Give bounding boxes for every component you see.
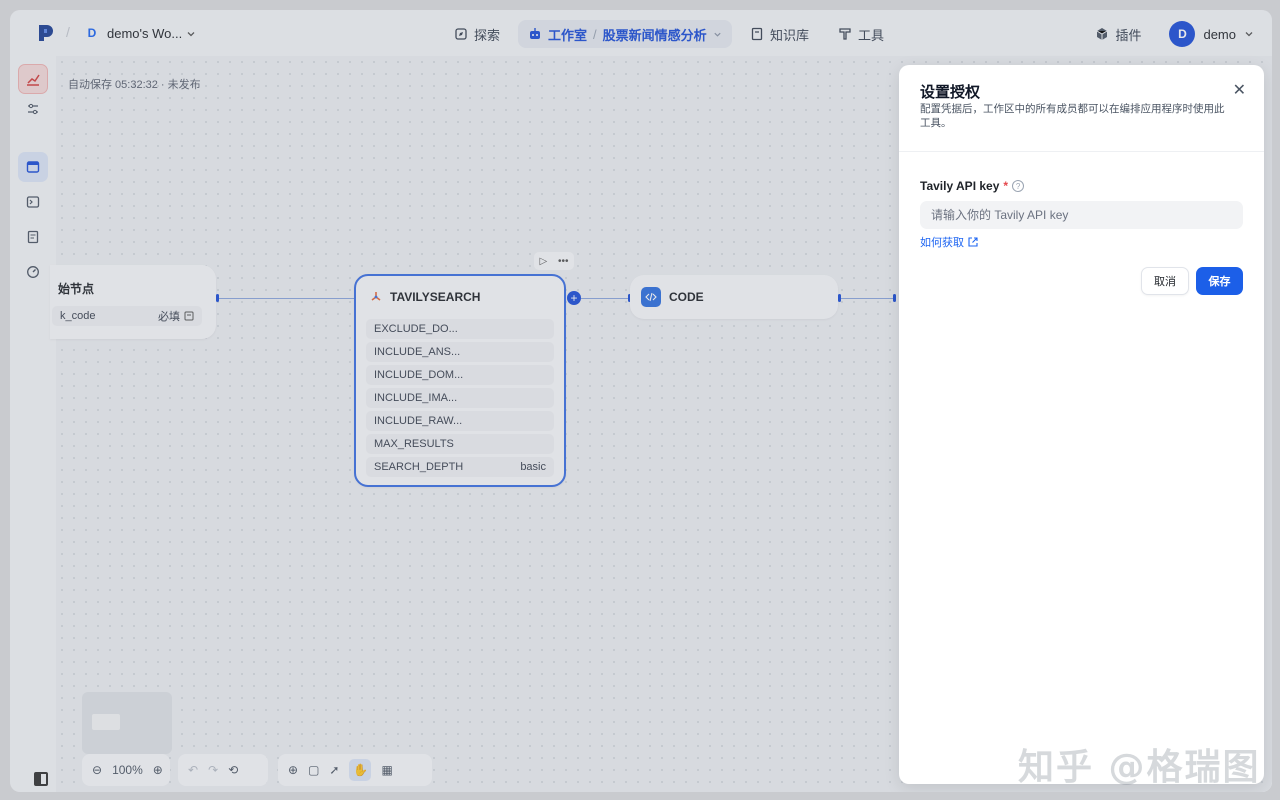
api-key-label: Tavily API key * ? xyxy=(920,179,1025,193)
api-key-input[interactable] xyxy=(920,201,1243,229)
help-icon[interactable]: ? xyxy=(1012,180,1025,192)
close-icon[interactable]: ✕ xyxy=(1233,80,1246,100)
external-link-icon xyxy=(968,237,978,247)
watermark: 知乎 @格瑞图 xyxy=(1018,747,1261,788)
save-button[interactable]: 保存 xyxy=(1196,267,1243,295)
api-key-label-text: Tavily API key xyxy=(920,179,1000,193)
app-window: / D demo's Wo... 探索 工作室 / 股票新闻情感分析 知识库 工… xyxy=(10,10,1272,792)
dialog-title: 设置授权 xyxy=(920,84,981,101)
how-to-get-link[interactable]: 如何获取 xyxy=(920,234,978,250)
cancel-button[interactable]: 取消 xyxy=(1141,267,1189,295)
required-mark: * xyxy=(1003,179,1009,193)
dialog-divider xyxy=(899,151,1264,152)
dialog-description: 配置凭据后，工作区中的所有成员都可以在编排应用程序时使用此工具。 xyxy=(920,103,1225,129)
how-to-get-label: 如何获取 xyxy=(920,237,964,249)
auth-dialog: 设置授权 配置凭据后，工作区中的所有成员都可以在编排应用程序时使用此工具。 ✕ … xyxy=(899,65,1264,784)
